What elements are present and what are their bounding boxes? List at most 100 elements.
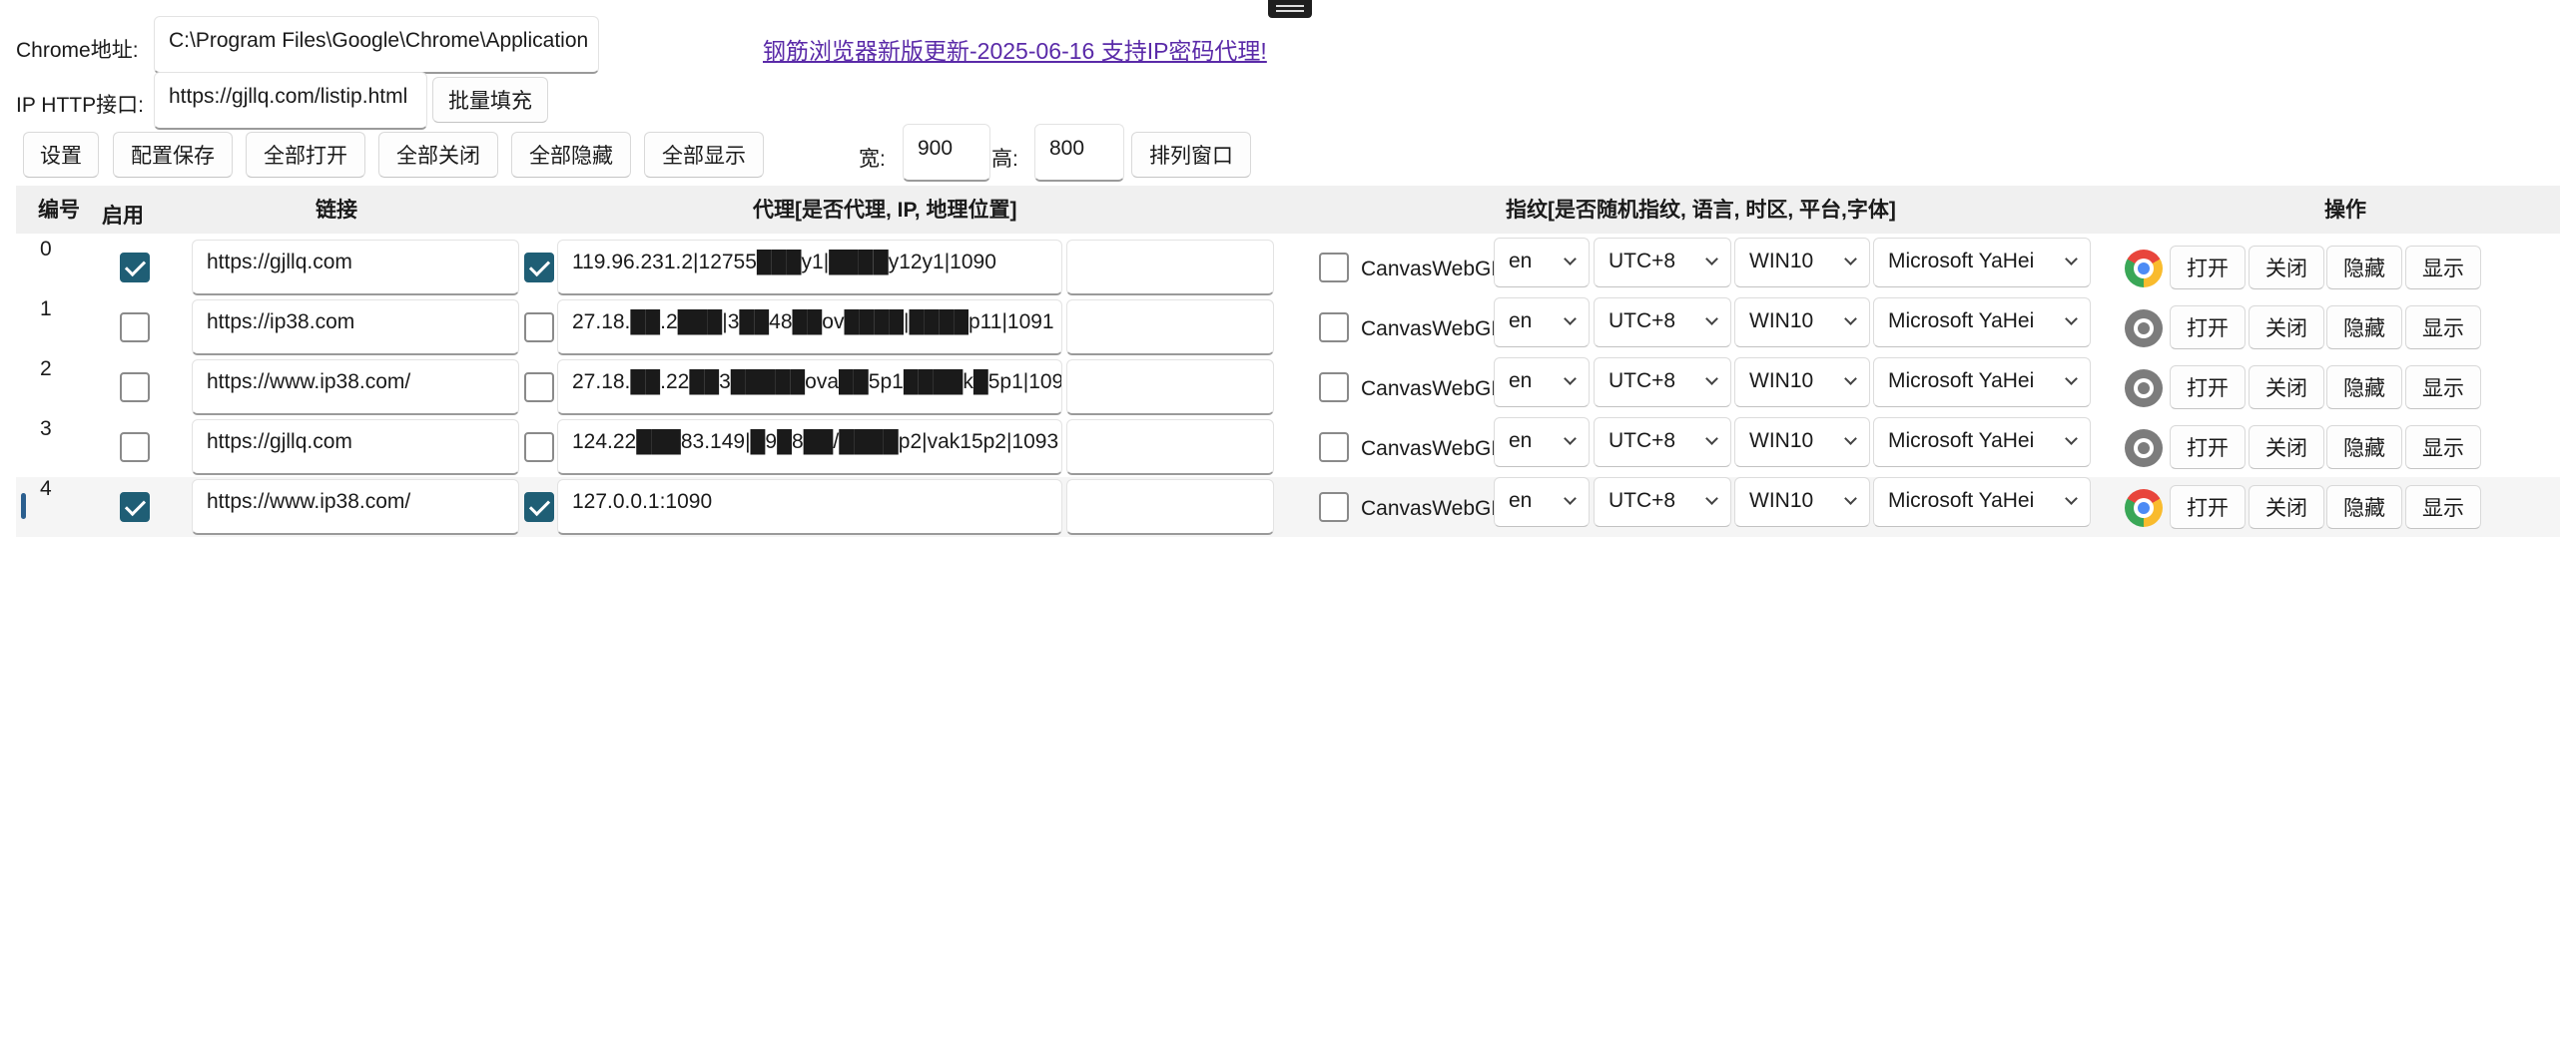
- enable-checkbox[interactable]: [120, 253, 150, 282]
- proxy-checkbox[interactable]: [524, 372, 554, 402]
- platform-select[interactable]: WIN10: [1734, 357, 1870, 407]
- platform-select[interactable]: WIN10: [1734, 238, 1870, 287]
- show-button[interactable]: 显示: [2405, 485, 2481, 529]
- language-select[interactable]: en: [1494, 477, 1590, 527]
- fingerprint-checkbox[interactable]: [1319, 492, 1349, 522]
- show-button[interactable]: 显示: [2405, 425, 2481, 469]
- close-all-button[interactable]: 全部关闭: [378, 132, 498, 178]
- height-input[interactable]: 800: [1034, 124, 1124, 182]
- chrome-path-input[interactable]: C:\Program Files\Google\Chrome\Applicati…: [154, 16, 599, 74]
- chevron-down-icon: [1844, 432, 1857, 445]
- font-select[interactable]: Microsoft YaHei: [1873, 477, 2091, 527]
- font-value: Microsoft YaHei: [1888, 369, 2035, 392]
- arrange-windows-button[interactable]: 排列窗口: [1131, 132, 1251, 178]
- settings-button[interactable]: 设置: [23, 132, 99, 178]
- chrome-icon: [2125, 429, 2163, 467]
- timezone-select[interactable]: UTC+8: [1594, 357, 1731, 407]
- font-select[interactable]: Microsoft YaHei: [1873, 417, 2091, 467]
- ip-http-input[interactable]: https://gjllq.com/listip.html: [154, 72, 427, 130]
- hide-all-button[interactable]: 全部隐藏: [511, 132, 631, 178]
- window-menu-handle-icon[interactable]: [1268, 0, 1312, 18]
- geo-location-input[interactable]: [1066, 299, 1274, 355]
- open-button[interactable]: 打开: [2170, 365, 2246, 409]
- proxy-input[interactable]: 127.0.0.1:1090: [557, 479, 1062, 535]
- row-number: 4: [40, 477, 52, 500]
- language-value: en: [1509, 369, 1533, 392]
- hide-button[interactable]: 隐藏: [2326, 365, 2402, 409]
- fingerprint-checkbox[interactable]: [1319, 432, 1349, 462]
- font-select[interactable]: Microsoft YaHei: [1873, 297, 2091, 347]
- open-button[interactable]: 打开: [2170, 425, 2246, 469]
- timezone-value: UTC+8: [1609, 429, 1676, 452]
- font-select[interactable]: Microsoft YaHei: [1873, 357, 2091, 407]
- platform-value: WIN10: [1749, 429, 1814, 452]
- proxy-input[interactable]: 119.96.231.2|12755███y1|████y12y1|1090: [557, 240, 1062, 295]
- fingerprint-checkbox[interactable]: [1319, 312, 1349, 342]
- hide-button[interactable]: 隐藏: [2326, 305, 2402, 349]
- hide-button[interactable]: 隐藏: [2326, 246, 2402, 289]
- proxy-checkbox[interactable]: [524, 432, 554, 462]
- proxy-checkbox[interactable]: [524, 253, 554, 282]
- platform-select[interactable]: WIN10: [1734, 417, 1870, 467]
- font-select[interactable]: Microsoft YaHei: [1873, 238, 2091, 287]
- geo-location-input[interactable]: [1066, 359, 1274, 415]
- platform-select[interactable]: WIN10: [1734, 477, 1870, 527]
- open-button[interactable]: 打开: [2170, 485, 2246, 529]
- height-label: 高:: [991, 148, 1018, 171]
- close-button[interactable]: 关闭: [2249, 246, 2324, 289]
- link-input[interactable]: https://ip38.com: [192, 299, 519, 355]
- close-button[interactable]: 关闭: [2249, 485, 2324, 529]
- chevron-down-icon: [1564, 372, 1577, 385]
- enable-checkbox[interactable]: [120, 312, 150, 342]
- table-row[interactable]: 1 https://ip38.com 27.18.██.2███|3██48██ov…: [16, 297, 2560, 357]
- canvas-webgl-label: CanvasWebGL: [1361, 497, 1504, 520]
- link-input[interactable]: https://www.ip38.com/: [192, 479, 519, 535]
- update-link[interactable]: 钢筋浏览器新版更新-2025-06-16 支持IP密码代理!: [763, 32, 1267, 66]
- enable-checkbox[interactable]: [120, 492, 150, 522]
- timezone-select[interactable]: UTC+8: [1594, 477, 1731, 527]
- fingerprint-checkbox[interactable]: [1319, 253, 1349, 282]
- geo-location-input[interactable]: [1066, 419, 1274, 475]
- link-input[interactable]: https://www.ip38.com/: [192, 359, 519, 415]
- batch-fill-button[interactable]: 批量填充: [432, 77, 548, 123]
- open-button[interactable]: 打开: [2170, 305, 2246, 349]
- hide-button[interactable]: 隐藏: [2326, 425, 2402, 469]
- open-all-button[interactable]: 全部打开: [246, 132, 365, 178]
- table-row[interactable]: 0 https://gjllq.com 119.96.231.2|12755███y…: [16, 238, 2560, 297]
- enable-checkbox[interactable]: [120, 432, 150, 462]
- enable-checkbox[interactable]: [120, 372, 150, 402]
- fingerprint-checkbox[interactable]: [1319, 372, 1349, 402]
- proxy-input[interactable]: 27.18.██.22██3█████ova██5p1████k█5p1|109…: [557, 359, 1062, 415]
- platform-select[interactable]: WIN10: [1734, 297, 1870, 347]
- show-button[interactable]: 显示: [2405, 365, 2481, 409]
- save-config-button[interactable]: 配置保存: [113, 132, 233, 178]
- timezone-select[interactable]: UTC+8: [1594, 417, 1731, 467]
- timezone-select[interactable]: UTC+8: [1594, 238, 1731, 287]
- language-select[interactable]: en: [1494, 357, 1590, 407]
- timezone-select[interactable]: UTC+8: [1594, 297, 1731, 347]
- proxy-checkbox[interactable]: [524, 312, 554, 342]
- close-button[interactable]: 关闭: [2249, 425, 2324, 469]
- table-row[interactable]: 4 https://www.ip38.com/127.0.0.1:1090 Canv…: [16, 477, 2560, 537]
- geo-location-input[interactable]: [1066, 479, 1274, 535]
- canvas-webgl-label: CanvasWebGL: [1361, 317, 1504, 340]
- table-row[interactable]: 2 https://www.ip38.com/27.18.██.22██3████…: [16, 357, 2560, 417]
- table-row[interactable]: 3 https://gjllq.com 124.22███83.149|█9█8██…: [16, 417, 2560, 477]
- proxy-checkbox[interactable]: [524, 492, 554, 522]
- proxy-input[interactable]: 27.18.██.2███|3██48██ov████|████p11|1091: [557, 299, 1062, 355]
- language-select[interactable]: en: [1494, 238, 1590, 287]
- close-button[interactable]: 关闭: [2249, 305, 2324, 349]
- show-all-button[interactable]: 全部显示: [644, 132, 764, 178]
- width-input[interactable]: 900: [903, 124, 990, 182]
- proxy-input[interactable]: 124.22███83.149|█9█8██/████p2|vak15p2|10…: [557, 419, 1062, 475]
- hide-button[interactable]: 隐藏: [2326, 485, 2402, 529]
- geo-location-input[interactable]: [1066, 240, 1274, 295]
- show-button[interactable]: 显示: [2405, 246, 2481, 289]
- language-select[interactable]: en: [1494, 297, 1590, 347]
- close-button[interactable]: 关闭: [2249, 365, 2324, 409]
- link-input[interactable]: https://gjllq.com: [192, 240, 519, 295]
- language-select[interactable]: en: [1494, 417, 1590, 467]
- link-input[interactable]: https://gjllq.com: [192, 419, 519, 475]
- open-button[interactable]: 打开: [2170, 246, 2246, 289]
- show-button[interactable]: 显示: [2405, 305, 2481, 349]
